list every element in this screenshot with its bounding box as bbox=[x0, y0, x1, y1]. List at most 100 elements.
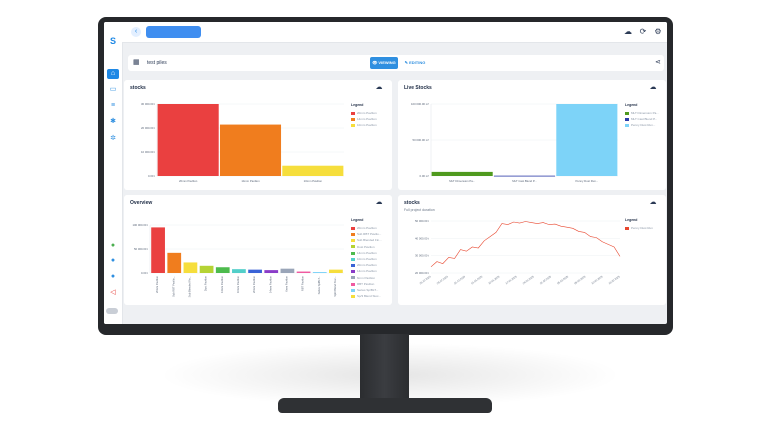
user-icon[interactable]: ● bbox=[108, 273, 118, 281]
bar bbox=[556, 104, 618, 176]
chart-icon[interactable]: ≡ bbox=[108, 102, 118, 110]
legend-swatch bbox=[351, 117, 355, 121]
legend-swatch bbox=[625, 226, 629, 230]
legend-label: 14mm Pavilion bbox=[357, 269, 377, 274]
legend-item[interactable]: RBT Pavilion bbox=[351, 282, 374, 287]
x-tick-label: 08.02.2025 bbox=[573, 274, 586, 285]
x-tick-label: 20mm Pavilion bbox=[155, 275, 159, 293]
bar bbox=[199, 265, 214, 273]
legend-item[interactable]: MLT Cast Blend P... bbox=[625, 117, 657, 122]
legend-item[interactable]: Sp/3 Blend Stoc... bbox=[351, 294, 381, 299]
legend-label: Penny Dust Run... bbox=[631, 123, 656, 128]
logo-icon[interactable]: S bbox=[108, 37, 118, 46]
bar bbox=[151, 227, 165, 273]
y-tick-label: 0.00 m³ bbox=[420, 174, 430, 178]
x-tick-label: Penny Dust Run... bbox=[575, 179, 598, 183]
breadcrumb-tab[interactable] bbox=[146, 26, 201, 38]
folder-icon[interactable]: ▭ bbox=[108, 86, 118, 94]
star-icon[interactable]: ✱ bbox=[108, 118, 118, 126]
stocks-line-chart: 20 000.00 t 30 000.00 t 40 000.00 t 50 000.… bbox=[415, 219, 621, 285]
y-tick-label: 20 000.00 t bbox=[415, 271, 429, 275]
legend-swatch bbox=[625, 117, 629, 121]
cloud-icon[interactable]: ☁ bbox=[375, 199, 383, 206]
toggle-icon[interactable] bbox=[106, 308, 118, 314]
status-icon[interactable]: ● bbox=[108, 242, 118, 250]
legend-title: Legend bbox=[625, 103, 638, 107]
legend-item[interactable]: 20mm Pavilion bbox=[351, 111, 377, 116]
legend-item[interactable]: MLT Dimension Pa... bbox=[625, 111, 659, 116]
refresh-icon[interactable]: ⟳ bbox=[638, 27, 648, 37]
y-tick-label: 50 000.00 m³ bbox=[413, 138, 430, 142]
legend-item[interactable]: 10mm Pavilion bbox=[351, 123, 377, 128]
x-tick-label: 10.01.2025 bbox=[487, 274, 500, 285]
legend-item[interactable]: 20mm Pavilion bbox=[351, 263, 377, 268]
share-icon[interactable]: ⋖ bbox=[655, 58, 661, 66]
legend-swatch bbox=[351, 282, 355, 286]
legend-label: 20mm Pavilion bbox=[357, 263, 377, 268]
x-tick-label: Dust Pavilion bbox=[204, 275, 208, 291]
gear-icon[interactable]: ✲ bbox=[108, 135, 118, 143]
legend-label: Penny Dust Run bbox=[631, 226, 653, 230]
legend-title: Legend bbox=[625, 218, 638, 222]
legend-label: Sub RBT Pavilio... bbox=[357, 232, 382, 237]
legend-item[interactable]: Sub Blended Fin... bbox=[351, 238, 382, 243]
bar bbox=[183, 262, 198, 273]
info-icon[interactable]: ● bbox=[108, 257, 118, 265]
editing-button[interactable]: ✎ EDITING bbox=[400, 57, 430, 69]
panel-title: stocks bbox=[404, 200, 420, 206]
stocks-line-panel: stocks Full project duration ☁ Legend 20… bbox=[398, 195, 666, 305]
y-tick-label: 10 000.00 t bbox=[141, 150, 155, 154]
legend-label: Series Sp/BLT... bbox=[357, 288, 379, 292]
bar bbox=[157, 104, 219, 176]
legend-item[interactable]: 14mm Pavilion bbox=[351, 251, 377, 256]
legend-item[interactable]: Penny Dust Run... bbox=[625, 123, 655, 128]
bar bbox=[280, 268, 295, 273]
legend-label: Dust Pavilion bbox=[357, 244, 375, 249]
legend-item[interactable]: 6mm Pavilion bbox=[351, 276, 375, 281]
series-line bbox=[430, 221, 621, 268]
legend-label: 14mm Pavilion bbox=[357, 117, 377, 122]
y-tick-label: 20 000.00 t bbox=[141, 126, 155, 130]
bar bbox=[329, 269, 343, 273]
legend-item[interactable]: 10mm Pavilion bbox=[351, 257, 377, 262]
legend-item[interactable]: 14mm Pavilion bbox=[351, 117, 377, 122]
x-tick-label: 20mm Pavilion bbox=[252, 275, 256, 293]
y-tick-label: 0.00 t bbox=[141, 271, 148, 275]
viewing-button[interactable]: 👁 VIEWING bbox=[370, 57, 398, 69]
cloud-icon[interactable]: ☁ bbox=[623, 27, 633, 37]
logout-icon[interactable]: ◁ bbox=[108, 289, 118, 297]
overview-panel: Overview ☁ Legend 0.00 t 50 000.00 t 100 0… bbox=[124, 195, 392, 305]
legend-item[interactable]: Penny Dust Run bbox=[625, 226, 653, 231]
legend-label: RBT Pavilion bbox=[357, 281, 375, 286]
legend-item[interactable]: 14mm Pavilion bbox=[351, 269, 377, 274]
cloud-icon[interactable]: ☁ bbox=[649, 84, 657, 91]
legend-item[interactable]: Dust Pavilion bbox=[351, 245, 375, 250]
y-tick-label: 40 000.00 t bbox=[415, 236, 429, 240]
chevron-left-icon[interactable]: ‹ bbox=[131, 27, 141, 37]
editing-label: EDITING bbox=[409, 60, 426, 65]
home-icon[interactable]: ⌂ bbox=[107, 69, 119, 79]
x-tick-label: 14mm Pavilion bbox=[241, 179, 260, 183]
x-tick-label: 10mm Pavilion bbox=[304, 179, 323, 183]
bar bbox=[232, 269, 246, 273]
gear-icon[interactable]: ⚙ bbox=[653, 27, 663, 37]
live-stocks-bar-chart: 0.00 m³ 50 000.00 m³ 100 000.00 m³ MLT Dime… bbox=[411, 102, 618, 183]
x-tick-label: 01.02.2025 bbox=[539, 274, 552, 285]
legend-item[interactable]: Series Sp/BLT... bbox=[351, 288, 378, 293]
cloud-icon[interactable]: ☁ bbox=[649, 199, 657, 206]
monitor-stand-neck bbox=[360, 334, 409, 402]
viewing-label: VIEWING bbox=[378, 60, 396, 65]
cloud-icon[interactable]: ☁ bbox=[375, 84, 383, 91]
legend-item[interactable]: 20mm Pavilion bbox=[351, 226, 377, 231]
legend-swatch bbox=[351, 263, 355, 267]
x-tick-label: RBT Pavilion bbox=[301, 275, 305, 291]
x-tick-label: 24.01.2025 bbox=[522, 274, 535, 285]
x-tick-label: 6mm Pavilion bbox=[284, 275, 288, 291]
legend-item[interactable]: Sub RBT Pavilio... bbox=[351, 232, 381, 237]
grid-icon: ▦ bbox=[133, 59, 140, 66]
legend-swatch bbox=[351, 276, 355, 280]
legend-swatch bbox=[351, 294, 355, 298]
y-tick-label: 100 000.00 m³ bbox=[411, 102, 429, 106]
y-tick-label: 100 000.00 t bbox=[132, 223, 148, 227]
bar bbox=[312, 272, 327, 273]
